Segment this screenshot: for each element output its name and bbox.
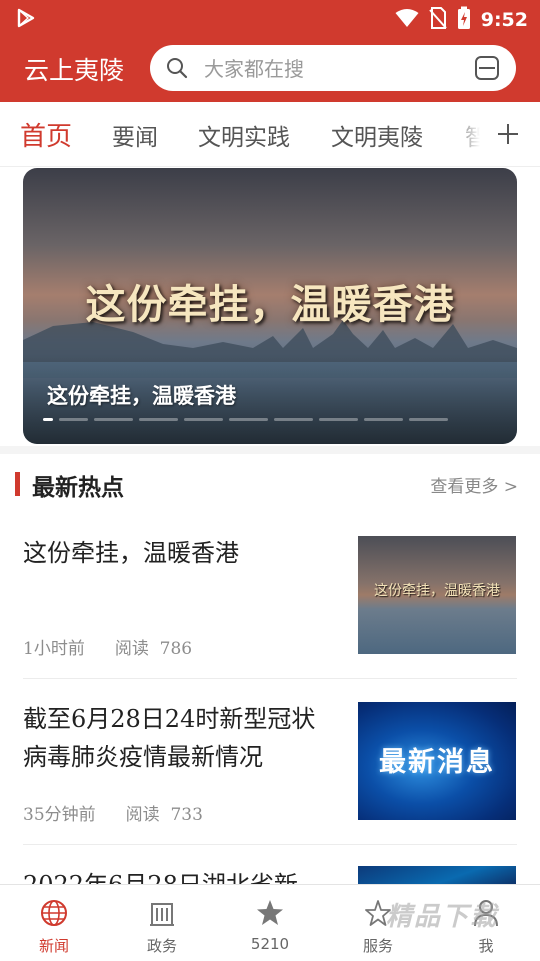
thumbnail-text: 最新消息 xyxy=(379,747,495,778)
news-read-count: 733 xyxy=(170,805,203,825)
nav-label: 服务 xyxy=(362,937,393,955)
carousel-dot[interactable] xyxy=(59,418,88,421)
nav-label: 我 xyxy=(478,937,494,955)
clock: 9:52 xyxy=(480,9,528,31)
no-sim-icon xyxy=(428,7,447,33)
banner-carousel[interactable]: 这份牵挂，温暖香港 这份牵挂，温暖香港 xyxy=(23,168,517,444)
news-thumbnail xyxy=(358,866,516,886)
thumbnail-image: 最新消息 xyxy=(358,702,516,820)
see-more-link[interactable]: 查看更多 > xyxy=(430,472,518,497)
scan-icon[interactable] xyxy=(474,55,500,85)
divider xyxy=(23,844,517,845)
news-thumbnail: 这份牵挂，温暖香港 xyxy=(358,536,516,654)
carousel-dot[interactable] xyxy=(364,418,403,421)
tab-news[interactable]: 要闻 xyxy=(112,118,158,152)
search-input[interactable] xyxy=(202,51,456,87)
news-title: 截至6月28日24时新型冠状病毒肺炎疫情最新情况 xyxy=(23,705,316,771)
news-read-count: 786 xyxy=(159,639,193,659)
news-title: 2022年6月28日湖北省新 xyxy=(23,871,298,886)
watermark: 精品下载 xyxy=(386,902,499,932)
app-title: 云上夷陵 xyxy=(24,56,125,85)
section-accent-bar xyxy=(15,472,20,496)
news-title: 这份牵挂，温暖香港 xyxy=(23,539,239,567)
nav-news[interactable]: 新闻 xyxy=(0,885,108,961)
globe-icon xyxy=(41,900,67,926)
news-read-label: 阅读 xyxy=(125,805,160,825)
banner-overlay-title: 这份牵挂，温暖香港 xyxy=(85,281,455,328)
status-bar: 9:52 xyxy=(0,0,540,36)
banner-caption: 这份牵挂，温暖香港 xyxy=(47,384,236,408)
thumbnail-image: 这份牵挂，温暖香港 xyxy=(358,536,516,654)
building-icon xyxy=(150,903,174,926)
nav-label: 新闻 xyxy=(38,937,69,955)
news-thumbnail: 最新消息 xyxy=(358,702,516,820)
thumbnail-image xyxy=(358,866,516,886)
news-meta: 1小时前 阅读 786 xyxy=(23,634,192,659)
news-meta: 35分钟前 阅读 733 xyxy=(23,800,203,825)
carousel-dot[interactable] xyxy=(94,418,133,421)
flower-icon xyxy=(257,900,283,925)
tab-civilization-practice[interactable]: 文明实践 xyxy=(198,118,290,152)
hot-topics-header: 最新热点 查看更多 > xyxy=(0,460,540,508)
news-time: 35分钟前 xyxy=(23,805,96,825)
carousel-dot[interactable] xyxy=(139,418,178,421)
carousel-dot[interactable] xyxy=(409,418,448,421)
carousel-dot[interactable] xyxy=(184,418,223,421)
wifi-icon xyxy=(395,8,419,32)
search-icon xyxy=(166,57,188,83)
divider xyxy=(23,678,517,679)
section-title: 最新热点 xyxy=(32,475,124,501)
carousel-indicators xyxy=(43,418,448,421)
carousel-dot[interactable] xyxy=(319,418,358,421)
play-store-icon xyxy=(16,8,36,32)
news-time: 1小时前 xyxy=(23,639,85,659)
app-header: 云上夷陵 xyxy=(0,36,540,102)
section-separator xyxy=(0,446,540,454)
battery-icon xyxy=(457,6,471,34)
news-read-label: 阅读 xyxy=(114,639,149,659)
tab-home[interactable]: 首页 xyxy=(20,116,72,153)
nav-5210[interactable]: 5210 xyxy=(216,885,324,961)
tab-fade xyxy=(452,102,492,166)
plus-icon xyxy=(498,124,518,144)
add-channel-button[interactable] xyxy=(488,112,528,156)
news-item[interactable]: 2022年6月28日湖北省新 xyxy=(0,866,540,886)
search-bar[interactable] xyxy=(150,45,516,91)
nav-label: 5210 xyxy=(250,935,290,953)
carousel-dot[interactable] xyxy=(274,418,313,421)
tab-civilized-yiling[interactable]: 文明夷陵 xyxy=(331,118,423,152)
category-tabs: 首页 要闻 文明实践 文明夷陵 智 xyxy=(0,102,540,167)
news-item[interactable]: 这份牵挂，温暖香港 1小时前 阅读 786 这份牵挂，温暖香港 xyxy=(0,536,540,696)
thumbnail-text: 这份牵挂，温暖香港 xyxy=(374,583,500,599)
news-item[interactable]: 截至6月28日24时新型冠状病毒肺炎疫情最新情况 35分钟前 阅读 733 最新消… xyxy=(0,702,540,862)
nav-label: 政务 xyxy=(146,937,177,955)
carousel-dot[interactable] xyxy=(43,418,53,421)
carousel-dot[interactable] xyxy=(229,418,268,421)
nav-government[interactable]: 政务 xyxy=(108,885,216,961)
